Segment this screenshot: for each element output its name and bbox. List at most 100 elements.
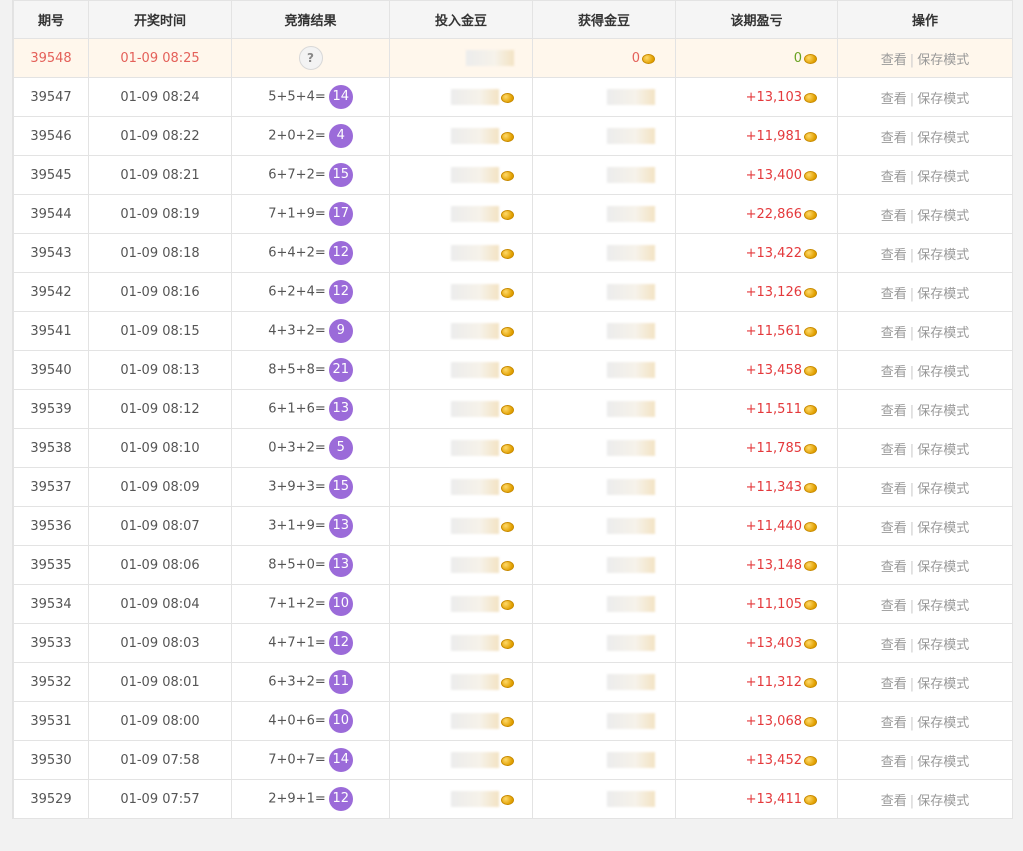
bet-cell — [389, 116, 533, 156]
save-mode-link[interactable]: 保存模式 — [917, 326, 969, 341]
actions-cell: 查看 | 保存模式 — [837, 233, 1013, 273]
result-cell: 4+7+1= 12 — [231, 623, 390, 663]
gold-bean-icon — [804, 288, 817, 298]
save-mode-link[interactable]: 保存模式 — [917, 287, 969, 302]
profit-value: +11,440 — [745, 518, 802, 534]
save-mode-link[interactable]: 保存模式 — [917, 53, 969, 68]
save-mode-link[interactable]: 保存模式 — [917, 599, 969, 614]
view-link[interactable]: 查看 — [881, 209, 907, 224]
profit-value: 0 — [793, 50, 802, 66]
result-expression: 7+0+7= — [268, 752, 326, 768]
save-mode-link[interactable]: 保存模式 — [917, 209, 969, 224]
view-link[interactable]: 查看 — [881, 248, 907, 263]
save-mode-link[interactable]: 保存模式 — [917, 560, 969, 575]
gold-bean-icon — [501, 444, 514, 454]
result-cell: 3+9+3= 15 — [231, 467, 390, 507]
separator: | — [909, 637, 915, 653]
gain-cell — [532, 545, 676, 585]
result-expression: 8+5+8= — [268, 362, 326, 378]
time-cell: 01-09 08:24 — [88, 77, 232, 117]
view-link[interactable]: 查看 — [881, 170, 907, 185]
period-cell: 39539 — [13, 389, 89, 429]
profit-value: +13,400 — [745, 167, 802, 183]
result-cell: 2+0+2= 4 — [231, 116, 390, 156]
save-mode-link[interactable]: 保存模式 — [917, 248, 969, 263]
gold-bean-icon — [804, 717, 817, 727]
gain-cell — [532, 233, 676, 273]
view-link[interactable]: 查看 — [881, 326, 907, 341]
profit-cell: +11,312 — [675, 662, 838, 702]
time-cell: 01-09 08:04 — [88, 584, 232, 624]
view-link[interactable]: 查看 — [881, 53, 907, 68]
save-mode-link[interactable]: 保存模式 — [917, 755, 969, 770]
save-mode-link[interactable]: 保存模式 — [917, 794, 969, 809]
blurred-gain-value — [607, 752, 655, 768]
period-cell: 39545 — [13, 155, 89, 195]
view-link[interactable]: 查看 — [881, 404, 907, 419]
bet-cell — [389, 740, 533, 780]
result-sum-ball: 13 — [328, 397, 353, 421]
time-cell: 01-09 08:13 — [88, 350, 232, 390]
profit-value: +13,452 — [745, 752, 802, 768]
view-link[interactable]: 查看 — [881, 482, 907, 497]
view-link[interactable]: 查看 — [881, 92, 907, 107]
view-link[interactable]: 查看 — [881, 560, 907, 575]
save-mode-link[interactable]: 保存模式 — [917, 170, 969, 185]
actions-cell: 查看 | 保存模式 — [837, 155, 1013, 195]
view-link[interactable]: 查看 — [881, 287, 907, 302]
save-mode-link[interactable]: 保存模式 — [917, 131, 969, 146]
save-mode-link[interactable]: 保存模式 — [917, 404, 969, 419]
result-sum-ball: 12 — [328, 241, 353, 265]
header-result: 竞猜结果 — [231, 0, 390, 39]
period-cell: 39536 — [13, 506, 89, 546]
save-mode-link[interactable]: 保存模式 — [917, 92, 969, 107]
save-mode-link[interactable]: 保存模式 — [917, 365, 969, 380]
view-link[interactable]: 查看 — [881, 131, 907, 146]
bet-cell — [389, 662, 533, 702]
save-mode-link[interactable]: 保存模式 — [917, 716, 969, 731]
profit-cell: +11,785 — [675, 428, 838, 468]
profit-cell: +11,440 — [675, 506, 838, 546]
blurred-gain-value — [607, 323, 655, 339]
result-expression: 5+5+4= — [268, 89, 326, 105]
period-cell: 39541 — [13, 311, 89, 351]
view-link[interactable]: 查看 — [881, 638, 907, 653]
save-mode-link[interactable]: 保存模式 — [917, 638, 969, 653]
view-link[interactable]: 查看 — [881, 521, 907, 536]
save-mode-link[interactable]: 保存模式 — [917, 677, 969, 692]
blurred-bet-value — [451, 557, 499, 573]
actions-cell: 查看 | 保存模式 — [837, 545, 1013, 585]
gold-bean-icon — [501, 522, 514, 532]
table-row: 39543 01-09 08:18 6+4+2= 12 +13,422 查看 | 保存模式 — [13, 233, 1013, 273]
period-cell: 39548 — [13, 38, 89, 78]
blurred-bet-value — [451, 752, 499, 768]
view-link[interactable]: 查看 — [881, 443, 907, 458]
actions-cell: 查看 | 保存模式 — [837, 623, 1013, 663]
table-row: 39545 01-09 08:21 6+7+2= 15 +13,400 查看 | 保存模式 — [13, 155, 1013, 195]
profit-value: +11,561 — [745, 323, 802, 339]
gold-bean-icon — [804, 210, 817, 220]
view-link[interactable]: 查看 — [881, 716, 907, 731]
blurred-bet-value — [451, 479, 499, 495]
result-expression: 2+0+2= — [268, 128, 326, 144]
blurred-gain-value — [607, 284, 655, 300]
save-mode-link[interactable]: 保存模式 — [917, 443, 969, 458]
view-link[interactable]: 查看 — [881, 755, 907, 770]
blurred-bet-value — [451, 674, 499, 690]
view-link[interactable]: 查看 — [881, 794, 907, 809]
view-link[interactable]: 查看 — [881, 677, 907, 692]
result-expression: 6+3+2= — [268, 674, 326, 690]
save-mode-link[interactable]: 保存模式 — [917, 482, 969, 497]
bet-cell — [389, 584, 533, 624]
period-cell: 39535 — [13, 545, 89, 585]
separator: | — [909, 754, 915, 770]
table-row: 39547 01-09 08:24 5+5+4= 14 +13,103 查看 | 保存模式 — [13, 77, 1013, 117]
save-mode-link[interactable]: 保存模式 — [917, 521, 969, 536]
view-link[interactable]: 查看 — [881, 599, 907, 614]
gold-bean-icon — [804, 444, 817, 454]
view-link[interactable]: 查看 — [881, 365, 907, 380]
result-cell: 0+3+2= 5 — [231, 428, 390, 468]
period-cell: 39547 — [13, 77, 89, 117]
separator: | — [909, 442, 915, 458]
time-cell: 01-09 08:09 — [88, 467, 232, 507]
